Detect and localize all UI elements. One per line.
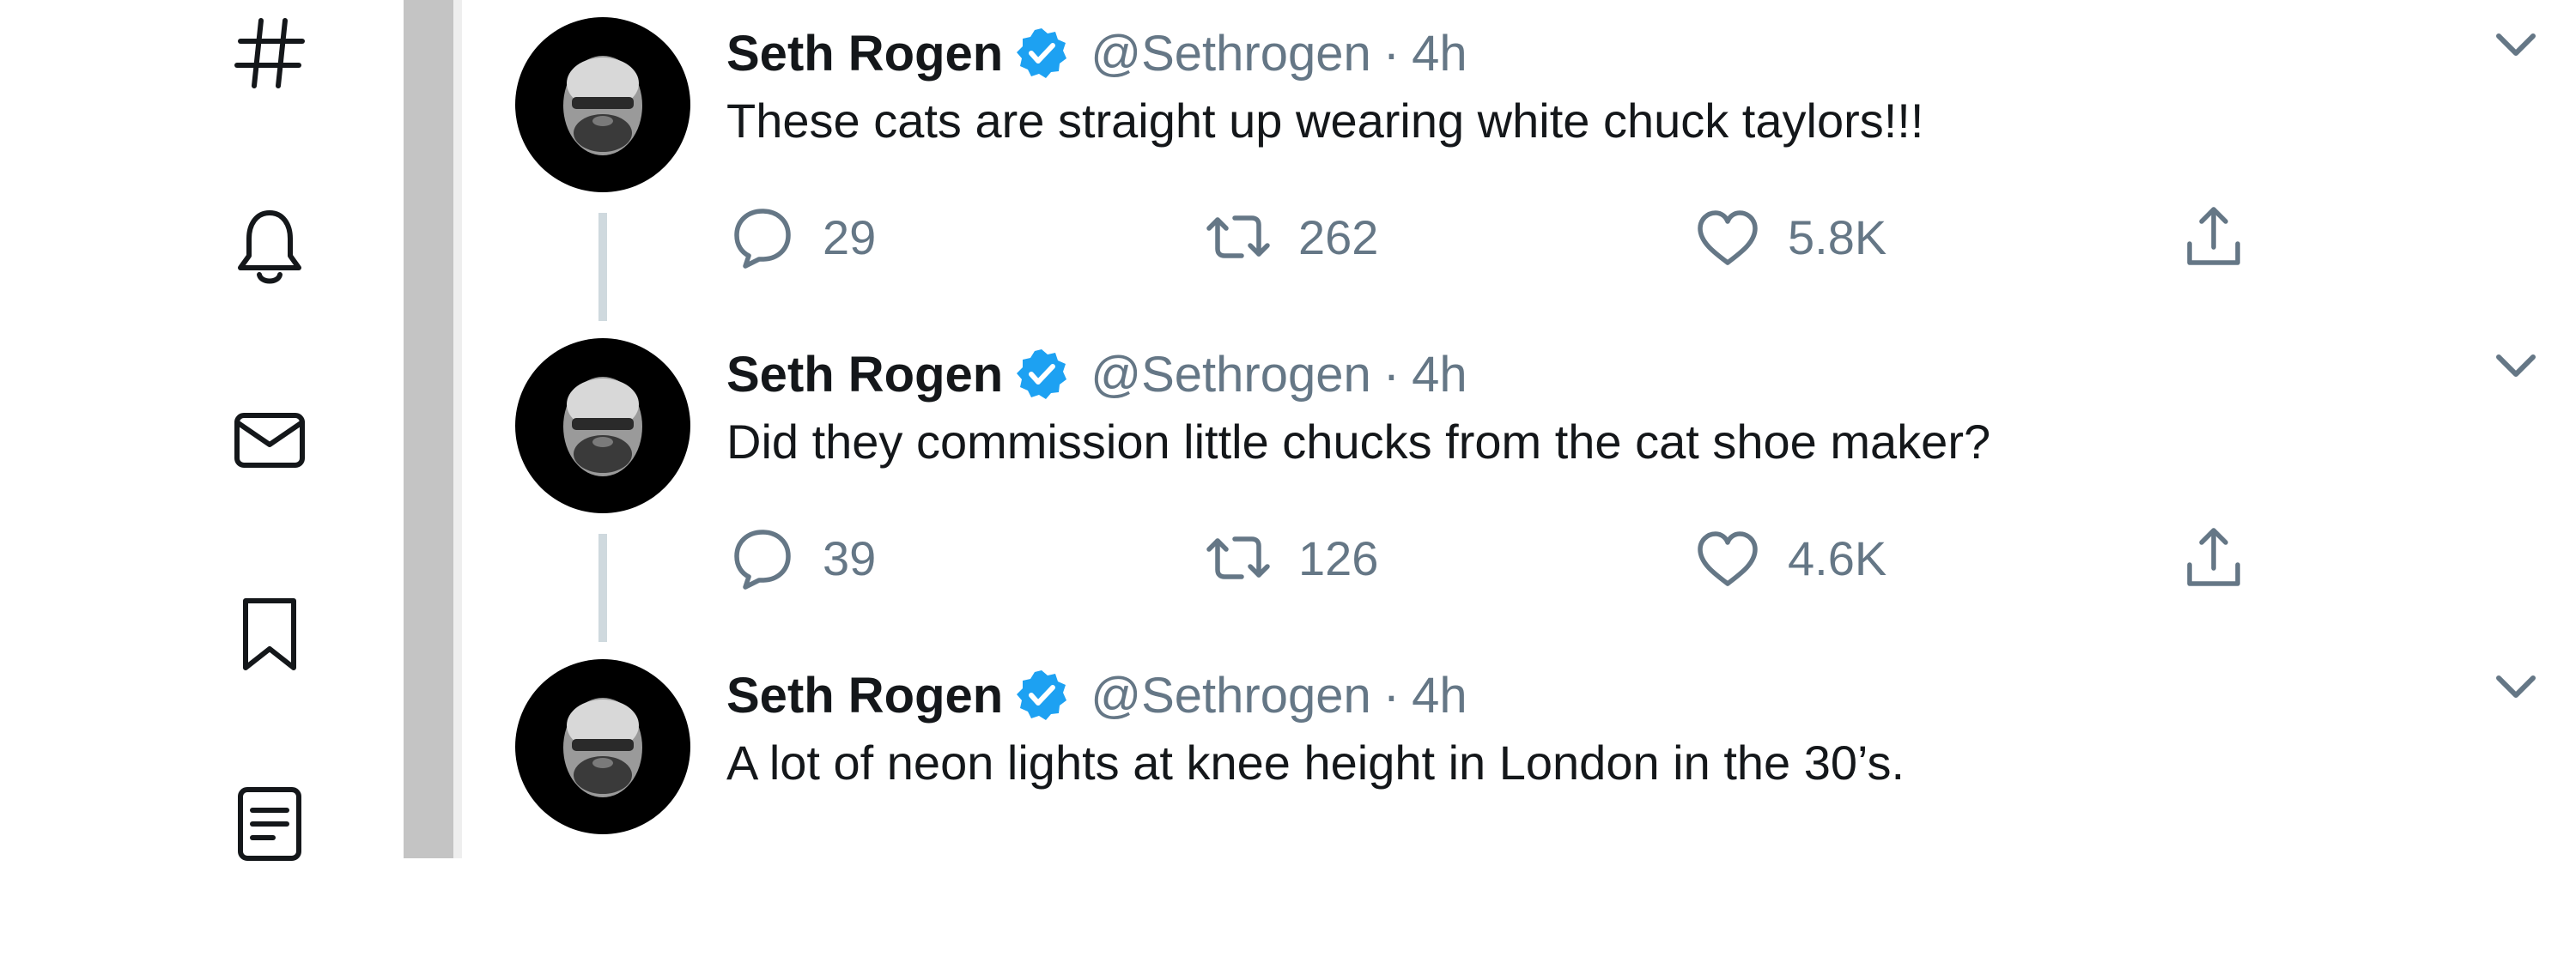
verified-badge-icon — [1017, 670, 1067, 720]
share-button[interactable] — [2178, 515, 2250, 601]
list-icon[interactable] — [225, 778, 314, 867]
author-handle[interactable]: @Sethrogen — [1091, 667, 1371, 724]
retweet-button[interactable]: 262 — [1202, 194, 1378, 280]
timestamp[interactable]: 4h — [1412, 667, 1467, 724]
avatar-photo — [563, 377, 642, 476]
reply-count: 39 — [823, 530, 877, 585]
nav-rail — [0, 0, 404, 861]
share-button[interactable] — [2178, 194, 2250, 280]
heart-icon — [1698, 531, 1758, 586]
bookmark-icon[interactable] — [225, 589, 314, 678]
tweet[interactable]: Seth Rogen @Sethrogen · 4h A lot of neon… — [462, 642, 2576, 963]
chevron-down-icon[interactable] — [2490, 24, 2542, 67]
tweet-text: A lot of neon lights at knee height in L… — [726, 736, 1905, 790]
chevron-down-icon[interactable] — [2490, 666, 2542, 709]
speech-bubble-icon — [734, 209, 791, 269]
reply-count: 29 — [823, 209, 877, 264]
retweet-count: 262 — [1298, 209, 1379, 264]
column-divider-edge — [453, 0, 462, 858]
verified-badge-icon — [1017, 349, 1067, 399]
retweet-icon — [1206, 536, 1270, 579]
tweet[interactable]: Seth Rogen @Sethrogen · 4h These cats ar… — [462, 0, 2576, 321]
share-icon — [2187, 528, 2240, 586]
author-name[interactable]: Seth Rogen — [726, 346, 1003, 403]
avatar-photo — [563, 698, 642, 797]
heart-icon — [1698, 210, 1758, 265]
avatar[interactable] — [515, 659, 690, 834]
tweet[interactable]: Seth Rogen @Sethrogen · 4h Did they comm… — [462, 321, 2576, 642]
column-divider — [404, 0, 453, 858]
retweet-icon — [1206, 215, 1270, 258]
retweet-button[interactable]: 126 — [1202, 515, 1378, 601]
like-count: 4.6K — [1788, 530, 1887, 585]
reply-button[interactable]: 39 — [726, 515, 876, 601]
tweet-header: Seth Rogen @Sethrogen · 4h — [726, 340, 1467, 409]
author-name[interactable]: Seth Rogen — [726, 667, 1003, 724]
separator-dot: · — [1382, 346, 1400, 403]
timestamp[interactable]: 4h — [1412, 346, 1467, 403]
like-button[interactable]: 5.8K — [1692, 194, 1886, 280]
separator-dot: · — [1382, 667, 1400, 724]
timestamp[interactable]: 4h — [1412, 25, 1467, 82]
tweet-text: Did they commission little chucks from t… — [726, 415, 1991, 469]
tweet-header: Seth Rogen @Sethrogen · 4h — [726, 661, 1467, 730]
avatar[interactable] — [515, 338, 690, 513]
reply-button[interactable]: 29 — [726, 194, 876, 280]
bell-icon[interactable] — [225, 203, 314, 292]
avatar[interactable] — [515, 17, 690, 192]
hashtag-icon[interactable] — [225, 9, 314, 98]
verified-badge-icon — [1017, 28, 1067, 78]
retweet-count: 126 — [1298, 530, 1379, 585]
tweet-text: These cats are straight up wearing white… — [726, 94, 1924, 148]
author-name[interactable]: Seth Rogen — [726, 25, 1003, 82]
separator-dot: · — [1382, 25, 1400, 82]
author-handle[interactable]: @Sethrogen — [1091, 25, 1371, 82]
author-handle[interactable]: @Sethrogen — [1091, 346, 1371, 403]
thread-line — [598, 534, 607, 642]
thread-line — [598, 213, 607, 321]
share-icon — [2187, 207, 2240, 265]
envelope-icon[interactable] — [225, 395, 314, 484]
tweet-header: Seth Rogen @Sethrogen · 4h — [726, 19, 1467, 88]
like-button[interactable]: 4.6K — [1692, 515, 1886, 601]
chevron-down-icon[interactable] — [2490, 345, 2542, 388]
avatar-photo — [563, 56, 642, 155]
speech-bubble-icon — [734, 530, 791, 590]
like-count: 5.8K — [1788, 209, 1887, 264]
